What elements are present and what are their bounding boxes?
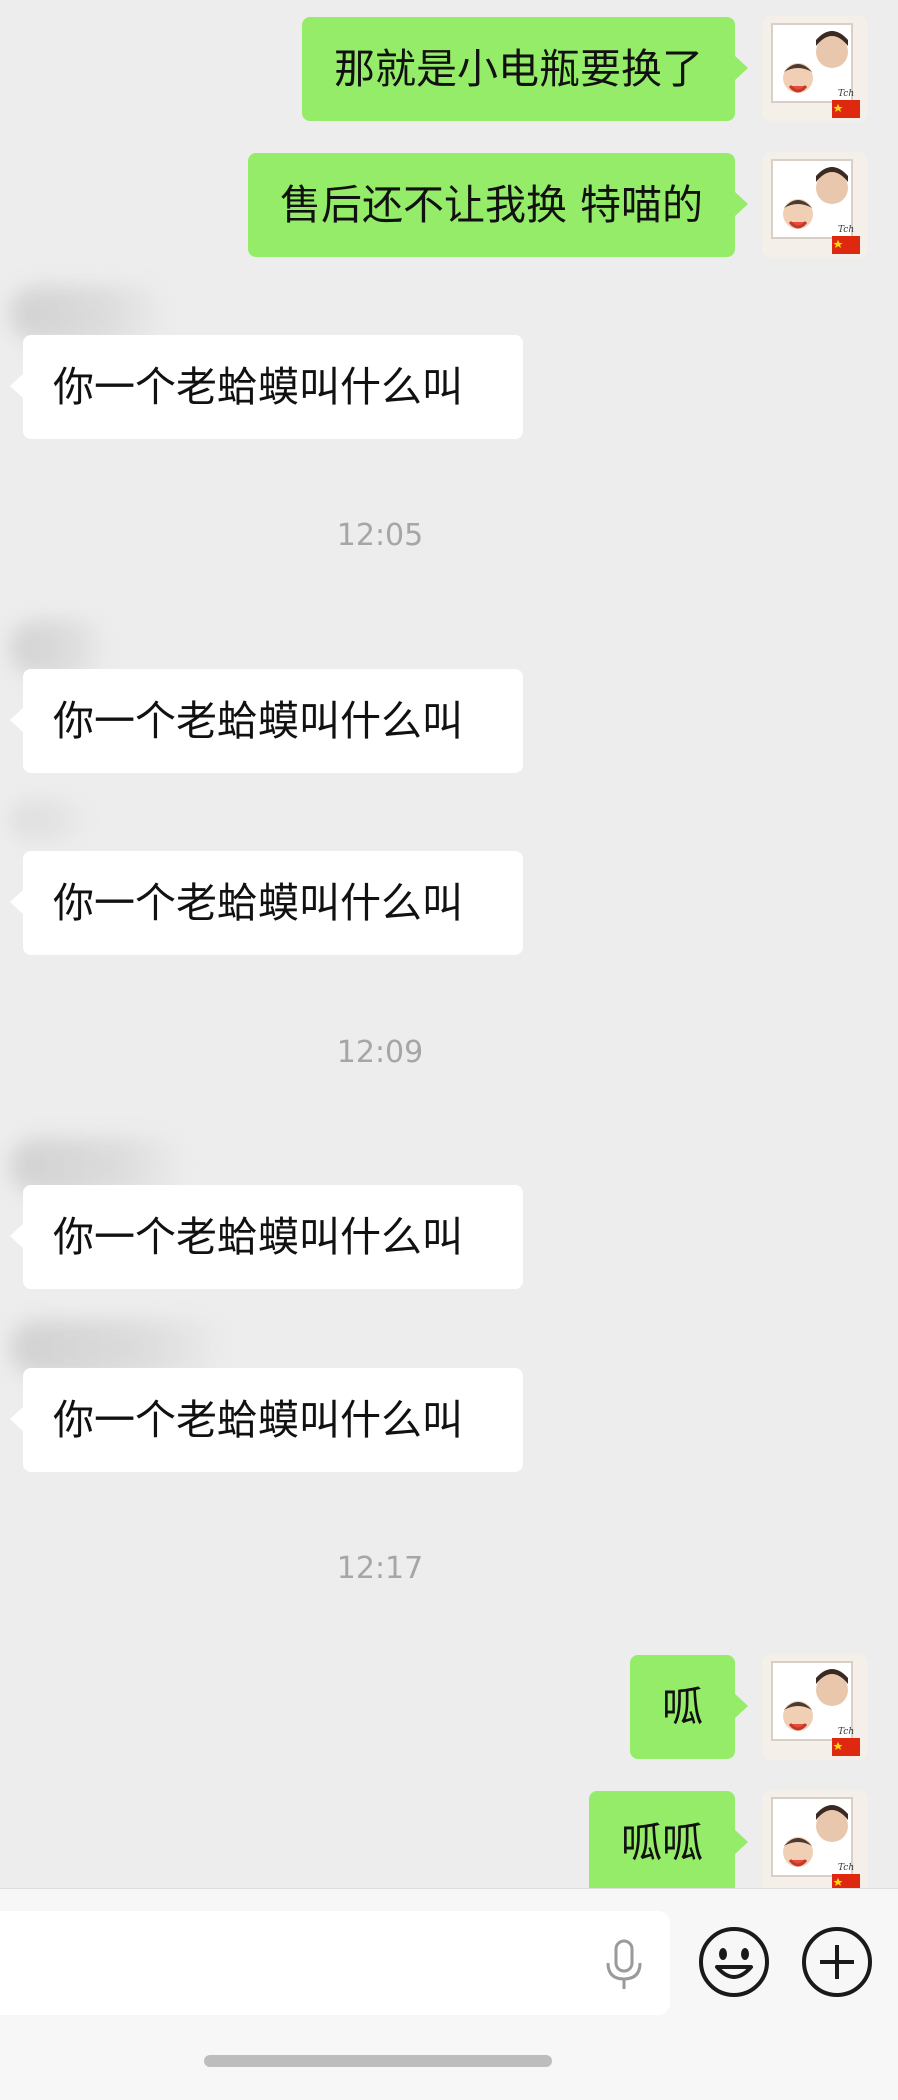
avatar-photo-icon: Tch: [762, 1654, 868, 1760]
message-text: 你一个老蛤蟆叫什么叫: [53, 879, 463, 927]
svg-text:Tch: Tch: [838, 225, 854, 235]
message-text: 呱: [662, 1683, 703, 1731]
svg-text:Tch: Tch: [838, 1863, 854, 1873]
message-text: 你一个老蛤蟆叫什么叫: [53, 1396, 463, 1444]
svg-text:Tch: Tch: [838, 1727, 854, 1737]
message-row-incoming: 你一个老蛤蟆叫什么叫: [0, 794, 898, 958]
chat-screen: 那就是小电瓶要换了 Tch 售后还不让我换 特喵的 Tch 你一个老蛤蟆叫什么叫…: [0, 0, 898, 2100]
chat-input-bar: [0, 1888, 898, 2100]
outgoing-message-bubble[interactable]: 呱呱: [589, 1791, 748, 1888]
plus-icon[interactable]: [800, 1925, 874, 1999]
incoming-message-bubble[interactable]: 你一个老蛤蟆叫什么叫: [10, 669, 523, 773]
avatar-photo-icon: Tch: [762, 152, 868, 258]
emoji-icon[interactable]: [697, 1925, 771, 1999]
microphone-icon[interactable]: [596, 1937, 652, 1993]
message-text: 呱呱: [621, 1819, 703, 1867]
avatar-photo-icon: Tch: [762, 16, 868, 122]
outgoing-message-bubble[interactable]: 呱: [630, 1655, 748, 1759]
user-avatar[interactable]: Tch: [762, 152, 868, 258]
svg-text:Tch: Tch: [838, 89, 854, 99]
message-row-incoming: 你一个老蛤蟆叫什么叫: [0, 276, 898, 440]
home-indicator[interactable]: [204, 2055, 552, 2067]
sender-name-blurred: [10, 620, 110, 676]
message-row-outgoing: 售后还不让我换 特喵的 Tch: [0, 152, 898, 258]
message-row-incoming: 你一个老蛤蟆叫什么叫: [0, 1128, 898, 1292]
outgoing-message-bubble[interactable]: 售后还不让我换 特喵的: [247, 153, 749, 257]
avatar-photo-icon: Tch: [762, 1790, 868, 1888]
incoming-message-bubble[interactable]: 你一个老蛤蟆叫什么叫: [10, 1185, 523, 1289]
message-row-outgoing: 呱 Tch: [0, 1654, 898, 1760]
incoming-message-bubble[interactable]: 你一个老蛤蟆叫什么叫: [10, 335, 523, 439]
user-avatar[interactable]: Tch: [762, 1654, 868, 1760]
message-list[interactable]: 那就是小电瓶要换了 Tch 售后还不让我换 特喵的 Tch 你一个老蛤蟆叫什么叫…: [0, 0, 898, 1888]
message-text: 你一个老蛤蟆叫什么叫: [53, 1213, 463, 1261]
message-timestamp: 12:05: [336, 518, 424, 553]
message-timestamp: 12:09: [336, 1035, 424, 1070]
incoming-message-bubble[interactable]: 你一个老蛤蟆叫什么叫: [10, 1368, 523, 1472]
message-input[interactable]: [0, 1911, 670, 2015]
message-text: 你一个老蛤蟆叫什么叫: [53, 697, 463, 745]
message-text: 那就是小电瓶要换了: [334, 45, 703, 93]
message-row-outgoing: 那就是小电瓶要换了 Tch: [0, 16, 898, 122]
sender-name-blurred: [10, 286, 170, 342]
user-avatar[interactable]: Tch: [762, 16, 868, 122]
message-row-incoming: 你一个老蛤蟆叫什么叫: [0, 1312, 898, 1476]
outgoing-message-bubble[interactable]: 那就是小电瓶要换了: [302, 17, 748, 121]
message-row-incoming: 你一个老蛤蟆叫什么叫: [0, 610, 898, 774]
user-avatar[interactable]: Tch: [762, 1790, 868, 1888]
message-row-outgoing: 呱呱 Tch: [0, 1790, 898, 1888]
incoming-message-bubble[interactable]: 你一个老蛤蟆叫什么叫: [10, 851, 523, 955]
message-text: 售后还不让我换 特喵的: [279, 181, 703, 229]
sender-name-blurred: [10, 800, 90, 840]
message-text: 你一个老蛤蟆叫什么叫: [53, 363, 463, 411]
message-timestamp: 12:17: [336, 1551, 424, 1586]
